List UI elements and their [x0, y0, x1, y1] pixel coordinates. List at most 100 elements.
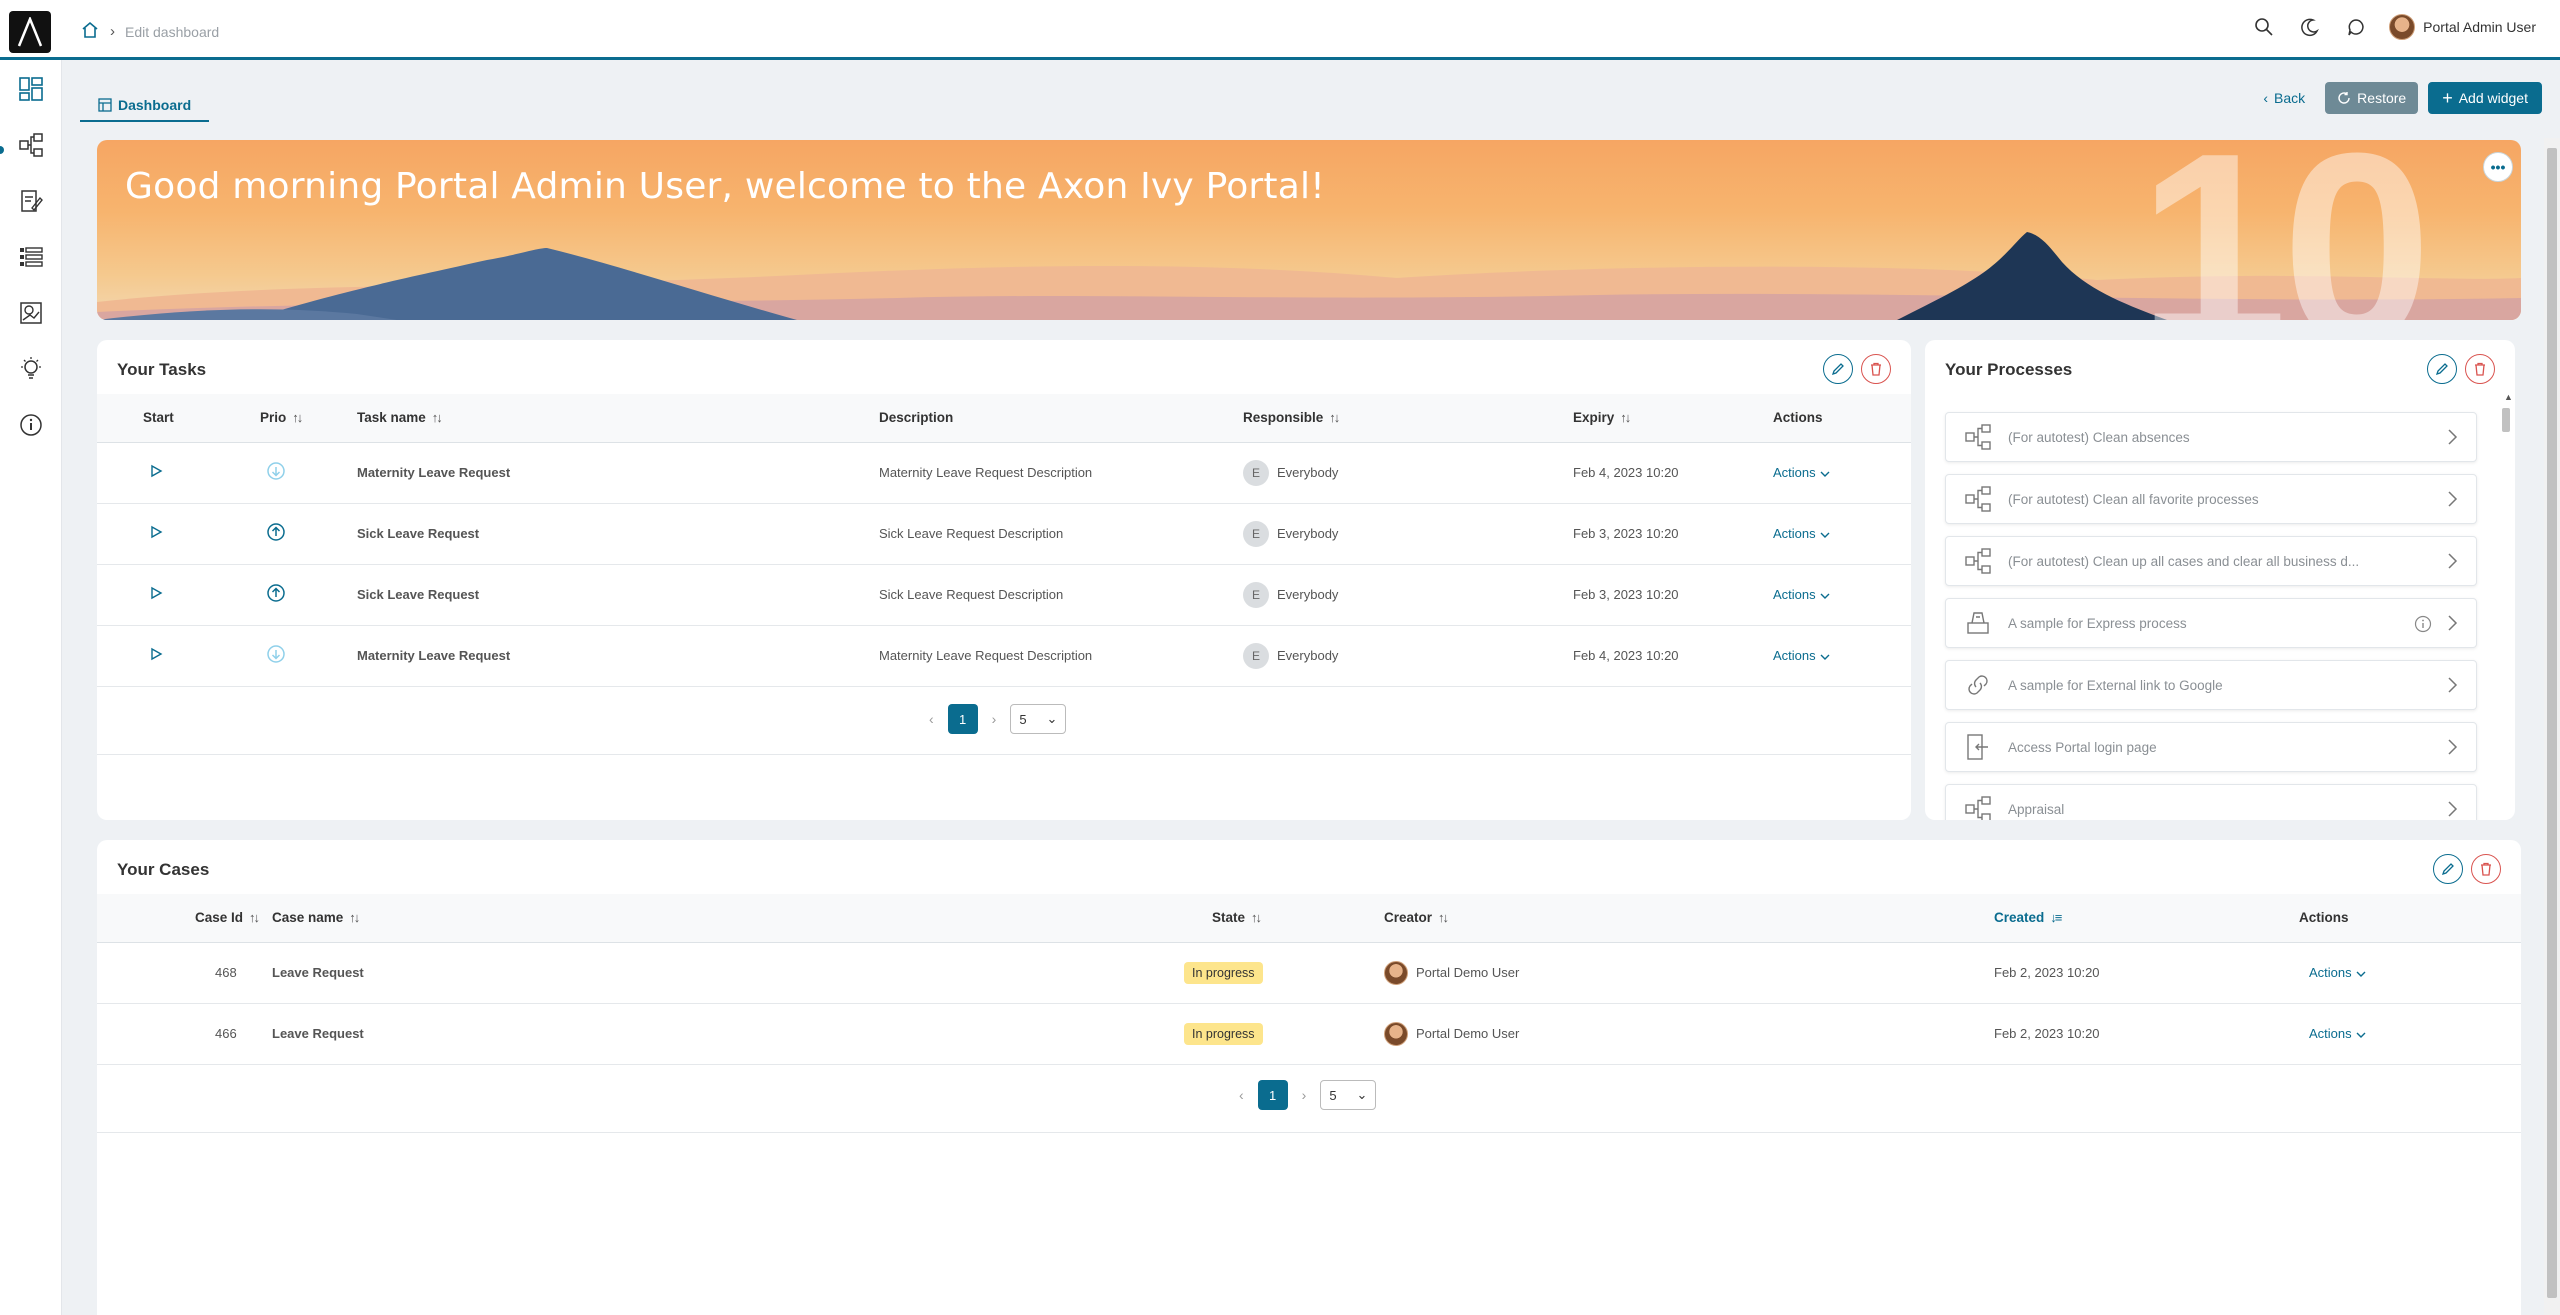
process-item[interactable]: A sample for Express process	[1945, 598, 2477, 648]
col-expiry[interactable]: Expiry ↑↓	[1543, 394, 1743, 443]
actions-menu[interactable]: Actions	[1743, 442, 1911, 504]
restore-button[interactable]: Restore	[2325, 82, 2419, 114]
actions-menu[interactable]: Actions	[1743, 564, 1911, 626]
sort-icon: ↑↓	[1620, 410, 1631, 426]
add-widget-button[interactable]: + Add widget	[2428, 82, 2542, 114]
play-icon[interactable]	[149, 647, 163, 661]
task-row[interactable]: Maternity Leave Request Maternity Leave R…	[97, 625, 1911, 687]
actions-menu[interactable]: Actions	[2189, 1003, 2521, 1065]
process-label: A sample for External link to Google	[2008, 677, 2223, 693]
col-case-name[interactable]: Case name ↑↓	[272, 894, 1184, 943]
col-creator[interactable]: Creator ↑↓	[1384, 894, 1884, 943]
process-item[interactable]: Appraisal	[1945, 784, 2477, 820]
process-item[interactable]: (For autotest) Clean up all cases and cl…	[1945, 536, 2477, 586]
process-list: (For autotest) Clean absences (For autote…	[1945, 412, 2477, 820]
cases-widget: Your Cases Case Id ↑↓ Case name ↑↓ State ↑↓…	[97, 840, 2521, 1315]
process-list-scrollbar[interactable]: ▲	[2499, 392, 2513, 650]
more-options-icon[interactable]: •••	[2483, 152, 2513, 182]
page-1-button[interactable]: 1	[947, 704, 978, 734]
tab-dashboard[interactable]: Dashboard	[80, 90, 210, 122]
start-task-cell[interactable]	[97, 625, 222, 687]
tasks-widget: Your Tasks Start Prio ↑↓ Task name ↑↓ Desc…	[97, 340, 1911, 820]
edit-tasks-widget-button[interactable]	[1823, 354, 1853, 384]
col-responsible[interactable]: Responsible ↑↓	[1243, 394, 1543, 443]
delete-tasks-widget-button[interactable]	[1861, 354, 1891, 384]
prev-page-icon[interactable]: ‹	[929, 711, 934, 727]
home-icon[interactable]	[80, 20, 100, 43]
chevron-right-icon[interactable]	[2446, 490, 2458, 513]
task-name[interactable]: Sick Leave Request	[357, 564, 879, 626]
search-icon[interactable]	[2251, 14, 2277, 40]
start-task-cell[interactable]	[97, 564, 222, 626]
process-item[interactable]: A sample for External link to Google	[1945, 660, 2477, 710]
page-1-button[interactable]: 1	[1257, 1080, 1288, 1110]
col-state[interactable]: State ↑↓	[1184, 894, 1384, 943]
prio-cell	[222, 564, 357, 626]
chevron-right-icon[interactable]	[2446, 800, 2458, 820]
start-task-cell[interactable]	[97, 503, 222, 565]
col-task-name[interactable]: Task name ↑↓	[357, 394, 879, 443]
play-icon[interactable]	[149, 464, 163, 478]
chevron-down-icon	[1820, 593, 1830, 599]
chat-icon[interactable]	[2343, 14, 2369, 40]
chevron-right-icon[interactable]	[2446, 676, 2458, 699]
state-cell: In progress	[1184, 942, 1384, 1004]
prev-page-icon[interactable]: ‹	[1239, 1087, 1244, 1103]
case-row[interactable]: 468 Leave Request In progress Portal Demo U…	[97, 942, 2521, 1004]
start-task-cell[interactable]	[97, 442, 222, 504]
actions-menu[interactable]: Actions	[1743, 503, 1911, 565]
chevron-right-icon[interactable]	[2446, 428, 2458, 451]
next-page-icon[interactable]: ›	[1302, 1087, 1307, 1103]
chevron-down-icon	[1820, 471, 1830, 477]
col-case-id[interactable]: Case Id ↑↓	[97, 894, 272, 943]
process-item[interactable]: (For autotest) Clean absences	[1945, 412, 2477, 462]
responsible-name: Everybody	[1277, 648, 1339, 663]
info-nav-icon[interactable]	[16, 410, 46, 440]
process-label: (For autotest) Clean all favorite proces…	[2008, 491, 2259, 507]
tab-dashboard-label: Dashboard	[118, 97, 192, 113]
back-button[interactable]: ‹ Back	[2253, 82, 2315, 114]
cases-widget-title: Your Cases	[117, 860, 210, 879]
process-item[interactable]: (For autotest) Clean all favorite proces…	[1945, 474, 2477, 524]
dark-mode-moon-icon[interactable]	[2297, 14, 2323, 40]
delete-processes-widget-button[interactable]	[2465, 354, 2495, 384]
statistics-nav-icon[interactable]	[16, 298, 46, 328]
chevron-right-icon[interactable]	[2446, 552, 2458, 575]
task-name[interactable]: Maternity Leave Request	[357, 442, 879, 504]
task-name[interactable]: Sick Leave Request	[357, 503, 879, 565]
chevron-left-icon: ‹	[2263, 90, 2269, 106]
page-scrollbar[interactable]	[2544, 138, 2560, 1315]
chevron-right-icon[interactable]	[2446, 614, 2458, 637]
tasks-table: Start Prio ↑↓ Task name ↑↓ Description Res…	[97, 394, 1911, 687]
dashboard-nav-icon[interactable]	[16, 74, 46, 104]
task-name[interactable]: Maternity Leave Request	[357, 625, 879, 687]
processes-nav-icon[interactable]	[16, 130, 46, 160]
col-created[interactable]: Created ↓≡	[1884, 894, 2189, 943]
col-prio[interactable]: Prio ↑↓	[222, 394, 357, 443]
task-row[interactable]: Sick Leave Request Sick Leave Request Des…	[97, 564, 1911, 626]
case-name[interactable]: Leave Request	[272, 942, 1184, 1004]
page-size-select[interactable]: 5 ⌄	[1320, 1080, 1377, 1110]
play-icon[interactable]	[149, 586, 163, 600]
page-size-select[interactable]: 5 ⌄	[1010, 704, 1067, 734]
case-name[interactable]: Leave Request	[272, 1003, 1184, 1065]
edit-processes-widget-button[interactable]	[2427, 354, 2457, 384]
task-row[interactable]: Sick Leave Request Sick Leave Request Des…	[97, 503, 1911, 565]
next-page-icon[interactable]: ›	[992, 711, 997, 727]
cases-nav-icon[interactable]	[16, 242, 46, 272]
pencil-icon	[2441, 863, 2454, 876]
actions-menu[interactable]: Actions	[1743, 625, 1911, 687]
actions-menu[interactable]: Actions	[2189, 942, 2521, 1004]
case-row[interactable]: 466 Leave Request In progress Portal Demo U…	[97, 1003, 2521, 1065]
axon-ivy-logo[interactable]	[9, 11, 51, 53]
play-icon[interactable]	[149, 525, 163, 539]
ideas-bulb-nav-icon[interactable]	[16, 354, 46, 384]
info-icon[interactable]	[2414, 615, 2432, 638]
chevron-right-icon[interactable]	[2446, 738, 2458, 761]
user-menu[interactable]: Portal Admin User	[2389, 14, 2536, 40]
delete-cases-widget-button[interactable]	[2471, 854, 2501, 884]
process-item[interactable]: Access Portal login page	[1945, 722, 2477, 772]
tasks-nav-icon[interactable]	[16, 186, 46, 216]
edit-cases-widget-button[interactable]	[2433, 854, 2463, 884]
task-row[interactable]: Maternity Leave Request Maternity Leave R…	[97, 442, 1911, 504]
